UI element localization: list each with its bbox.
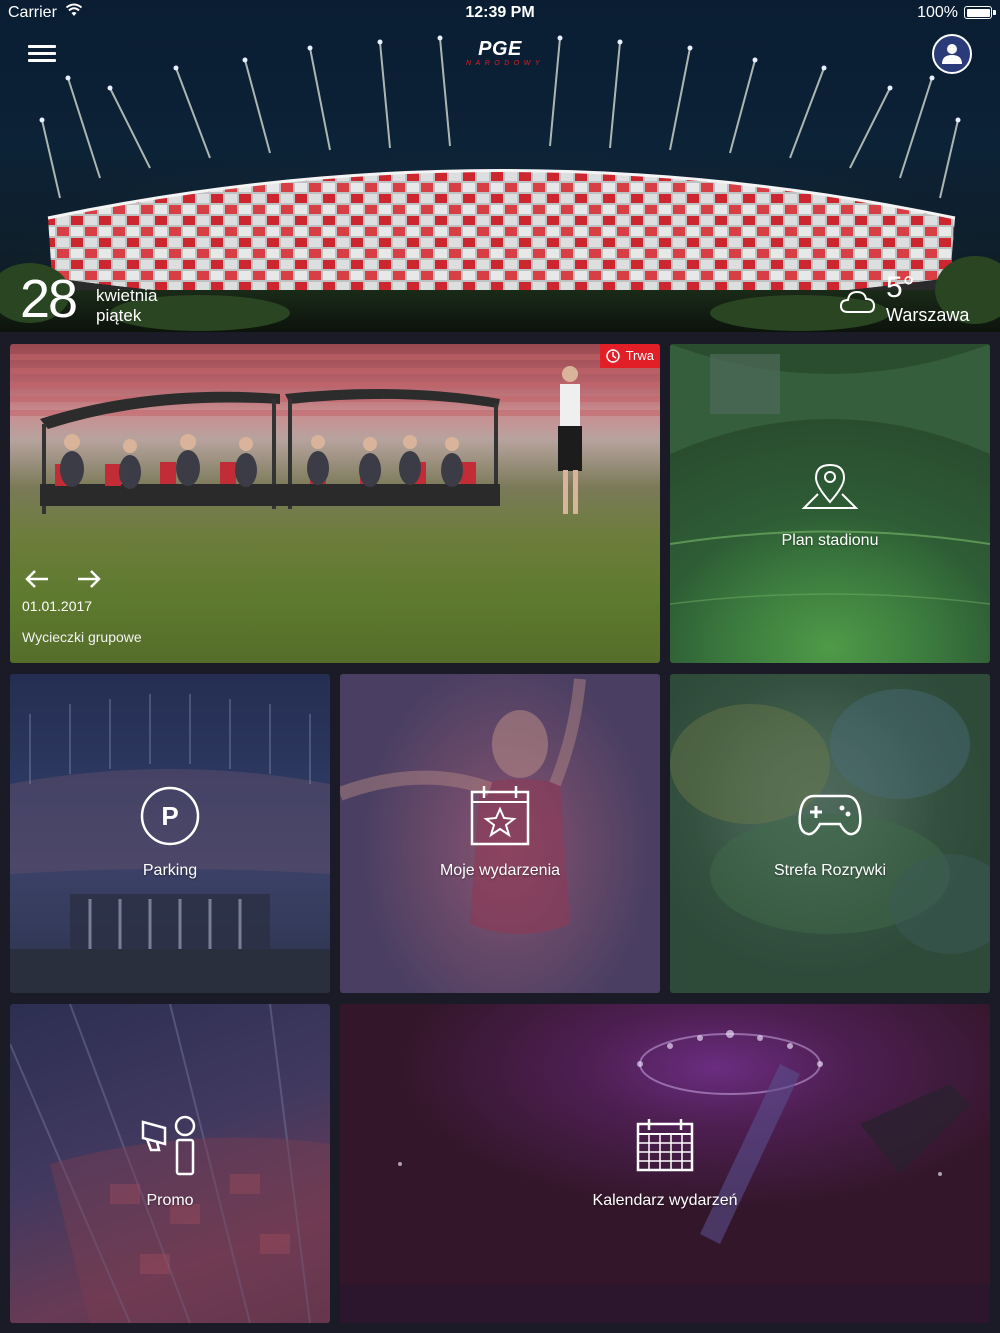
calendar-star-icon (470, 786, 530, 846)
battery-icon (964, 6, 996, 19)
arrow-left-icon[interactable] (24, 568, 50, 590)
svg-text:P: P (161, 801, 178, 831)
tile-label: Promo (146, 1192, 194, 1209)
featured-event-card[interactable]: Trwa 01.01.2017 Wycieczki grupowe (10, 344, 660, 663)
tile-label: Parking (142, 862, 198, 879)
plan-stadionu-tile[interactable]: Plan stadionu (670, 344, 990, 663)
date-weekday: piątek (96, 306, 142, 325)
date-month: kwietnia (96, 286, 158, 305)
battery-percent: 100% (917, 4, 958, 21)
date-day: 28 (20, 269, 78, 329)
kalendarz-wydarzen-tile[interactable]: Kalendarz wydarzeń (340, 1004, 990, 1323)
tile-label: Strefa Rozrywki (773, 862, 887, 879)
status-badge: Trwa (599, 344, 660, 368)
temperature: 5° (886, 271, 915, 304)
clock-icon (605, 349, 620, 363)
event-title: Wycieczki grupowe (22, 629, 142, 645)
hamburger-menu-icon[interactable] (28, 42, 56, 66)
hero-header: Carrier 12:39 PM 100% PGE NARODOWY 28 kw… (0, 0, 1000, 332)
clock-label: 12:39 PM (465, 4, 535, 21)
cloud-icon (840, 290, 876, 313)
user-profile-button[interactable] (932, 34, 972, 74)
event-date: 01.01.2017 (22, 598, 93, 614)
status-bar: Carrier 12:39 PM 100% (0, 0, 1000, 28)
tile-label: Plan stadionu (781, 532, 879, 549)
tour-photo (10, 354, 660, 514)
logo-main: PGE (478, 38, 522, 60)
tile-label: Kalendarz wydarzeń (592, 1192, 738, 1209)
gamepad-icon (798, 794, 862, 836)
date-month-weekday: kwietnia piątek (96, 286, 157, 326)
city-name: Warszawa (886, 305, 970, 325)
parking-tile[interactable]: P Parking (10, 674, 330, 993)
parking-icon: P (140, 786, 200, 846)
logo-sub: NARODOWY (466, 60, 544, 67)
promo-tile[interactable]: Promo (10, 1004, 330, 1323)
arrow-right-icon[interactable] (76, 568, 102, 590)
status-badge-label: Trwa (625, 348, 654, 363)
pge-narodowy-logo: PGE NARODOWY (450, 38, 550, 74)
calendar-grid-icon (636, 1119, 694, 1172)
moje-wydarzenia-tile[interactable]: Moje wydarzenia (340, 674, 660, 993)
strefa-rozrywki-tile[interactable]: Strefa Rozrywki (670, 674, 990, 993)
megaphone-person-icon (141, 1115, 196, 1176)
user-icon (942, 44, 962, 64)
tile-label: Moje wydarzenia (439, 862, 561, 879)
map-pin-icon (801, 463, 859, 509)
